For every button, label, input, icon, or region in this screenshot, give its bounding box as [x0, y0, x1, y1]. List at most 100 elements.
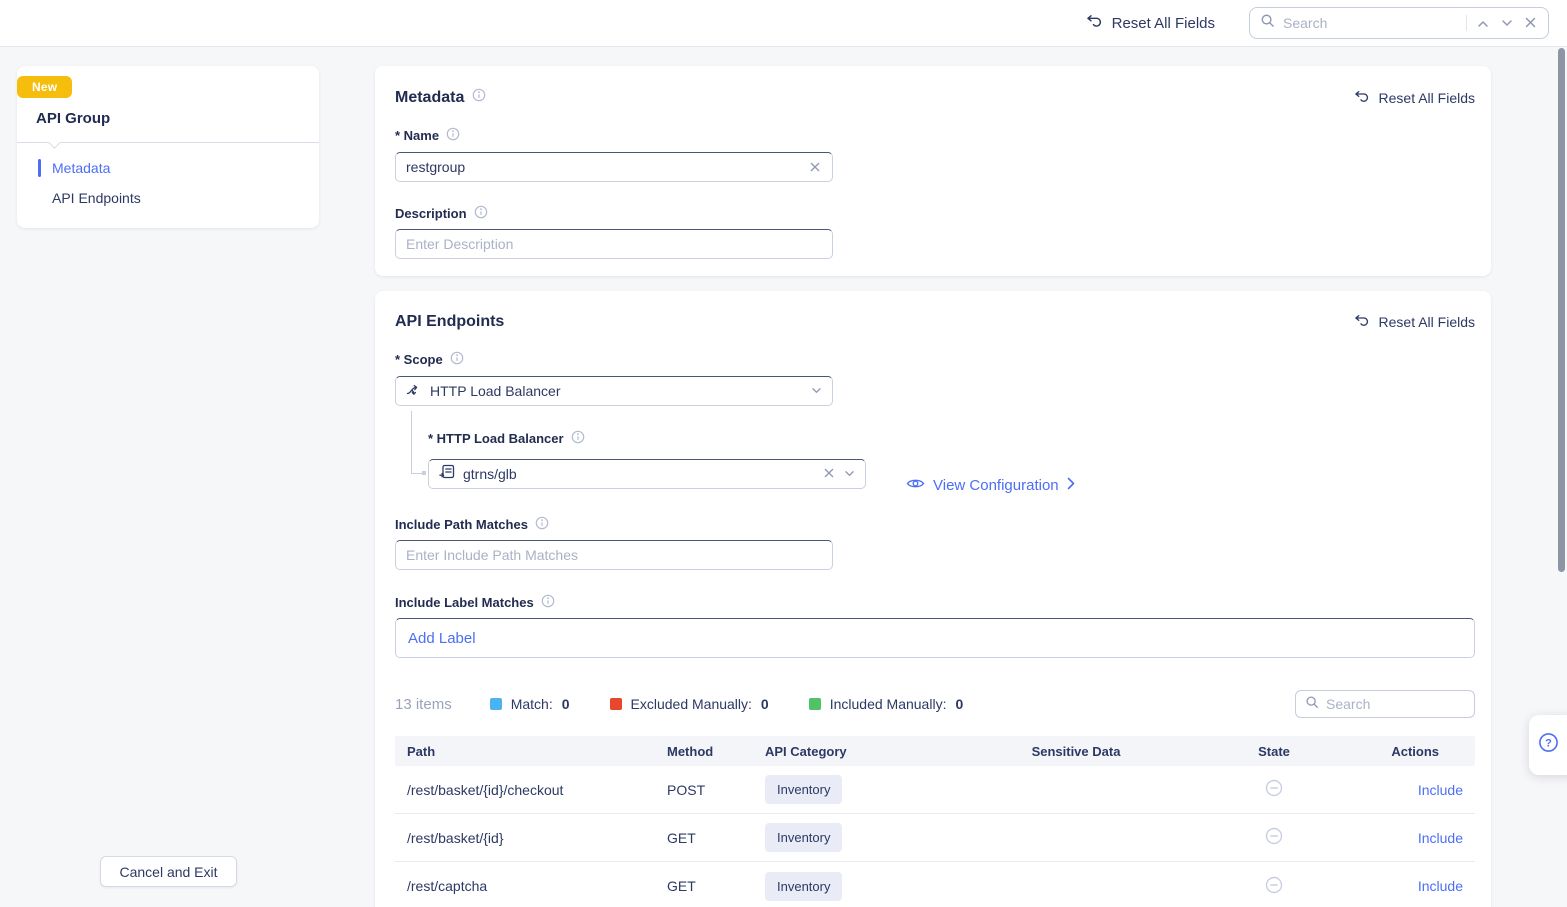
column-header-sensitive-data: Sensitive Data	[933, 744, 1219, 759]
search-divider	[1466, 15, 1467, 31]
legend-excluded-manually: Excluded Manually: 0	[610, 696, 769, 712]
reset-icon	[1354, 90, 1370, 106]
table-header-row: Path Method API Category Sensitive Data …	[395, 736, 1475, 766]
legend-included-manually: Included Manually: 0	[809, 696, 964, 712]
chevron-down-icon	[811, 382, 822, 400]
svg-text:?: ?	[1545, 737, 1552, 749]
include-label-matches-label: Include Label Matches	[395, 595, 534, 610]
state-neutral-icon	[1219, 876, 1329, 897]
sidebar-item-label: API Endpoints	[52, 190, 141, 206]
search-icon	[1260, 13, 1275, 33]
search-close-button[interactable]	[1523, 14, 1538, 33]
http-lb-select[interactable]: gtrns/glb	[428, 459, 866, 489]
endpoints-reset-fields-button[interactable]: Reset All Fields	[1354, 314, 1475, 330]
metadata-reset-fields-button[interactable]: Reset All Fields	[1354, 90, 1475, 106]
include-path-matches-wrap	[395, 540, 833, 570]
reset-icon	[1354, 314, 1370, 330]
description-input[interactable]	[406, 236, 822, 252]
name-clear-button[interactable]	[808, 158, 822, 177]
view-configuration-label: View Configuration	[933, 477, 1059, 494]
http-lb-selected-value: gtrns/glb	[463, 460, 814, 488]
table-row: /rest/basket/{id} GET Inventory Include	[395, 814, 1475, 862]
info-icon	[446, 127, 460, 144]
description-field-wrap	[395, 229, 833, 259]
chevron-down-icon	[844, 465, 855, 483]
info-icon	[541, 594, 555, 611]
legend-label: Match:	[511, 696, 553, 712]
http-lb-clear-button[interactable]	[822, 464, 836, 483]
scope-connector-dot	[422, 471, 426, 475]
name-input[interactable]	[406, 159, 800, 175]
table-search-input[interactable]	[1326, 696, 1465, 712]
reference-form-icon	[439, 464, 455, 484]
column-header-actions: Actions	[1329, 744, 1475, 759]
table-search-box	[1295, 690, 1475, 718]
branch-icon	[406, 382, 422, 401]
help-question-icon: ?	[1538, 732, 1559, 758]
wizard-sidebar: New API Group Metadata API Endpoints	[17, 66, 319, 228]
sidebar-item-label: Metadata	[52, 160, 110, 176]
status-badge: New	[17, 76, 72, 98]
cell-path: /rest/basket/{id}	[395, 830, 655, 846]
table-row: /rest/basket/{id}/checkout POST Inventor…	[395, 766, 1475, 814]
name-field-wrap	[395, 152, 833, 182]
global-search-box	[1249, 7, 1549, 39]
search-next-button[interactable]	[1499, 14, 1515, 33]
add-label-button[interactable]: Add Label	[408, 630, 476, 647]
column-header-path: Path	[395, 744, 655, 759]
reset-all-fields-button[interactable]: Reset All Fields	[1086, 14, 1215, 32]
api-category-badge: Inventory	[765, 775, 842, 804]
api-category-badge: Inventory	[765, 823, 842, 852]
column-header-method: Method	[655, 744, 753, 759]
metadata-section: Metadata Reset All Fields * Name Descrip…	[375, 66, 1491, 276]
reset-fields-label: Reset All Fields	[1379, 314, 1475, 330]
include-path-matches-input[interactable]	[406, 547, 822, 563]
scope-selected-value: HTTP Load Balancer	[430, 377, 803, 405]
scope-select[interactable]: HTTP Load Balancer	[395, 376, 833, 406]
included-swatch	[809, 698, 821, 710]
sidebar-item-api-endpoints[interactable]: API Endpoints	[17, 183, 319, 213]
cell-path: /rest/basket/{id}/checkout	[395, 782, 655, 798]
cell-path: /rest/captcha	[395, 878, 655, 894]
state-neutral-icon	[1219, 779, 1329, 800]
eye-icon	[906, 477, 925, 494]
include-action-link[interactable]: Include	[1418, 878, 1463, 894]
metadata-section-title: Metadata	[395, 89, 464, 107]
include-action-link[interactable]: Include	[1418, 830, 1463, 846]
state-neutral-icon	[1219, 827, 1329, 848]
column-header-api-category: API Category	[753, 744, 933, 759]
api-endpoints-section: API Endpoints Reset All Fields * Scope H…	[375, 291, 1491, 907]
cancel-and-exit-button[interactable]: Cancel and Exit	[100, 856, 237, 887]
endpoints-table: Path Method API Category Sensitive Data …	[395, 736, 1475, 907]
legend-match: Match: 0	[490, 696, 570, 712]
legend-label: Included Manually:	[830, 696, 947, 712]
scope-field-label: * Scope	[395, 352, 443, 367]
include-action-link[interactable]: Include	[1418, 782, 1463, 798]
info-icon	[450, 351, 464, 368]
wizard-steps: Metadata API Endpoints	[17, 153, 319, 213]
match-swatch	[490, 698, 502, 710]
legend-count: 0	[562, 696, 570, 712]
cell-method: GET	[655, 878, 753, 894]
legend-count: 0	[955, 696, 963, 712]
global-search-input[interactable]	[1283, 15, 1458, 31]
close-icon	[824, 466, 834, 481]
page-scrollbar	[1558, 47, 1566, 907]
table-row: /rest/captcha GET Inventory Include	[395, 862, 1475, 907]
top-toolbar: Reset All Fields	[0, 0, 1567, 47]
excluded-swatch	[610, 698, 622, 710]
view-configuration-link[interactable]: View Configuration	[906, 477, 1075, 494]
items-count: 13 items	[395, 696, 452, 713]
reset-icon	[1086, 14, 1103, 32]
description-field-label: Description	[395, 206, 467, 221]
api-endpoints-section-title: API Endpoints	[395, 313, 504, 331]
state-legend: Match: 0 Excluded Manually: 0 Included M…	[490, 696, 964, 712]
info-icon	[472, 88, 486, 107]
search-prev-button[interactable]	[1475, 14, 1491, 33]
name-field-label: * Name	[395, 128, 439, 143]
info-icon	[571, 430, 585, 447]
legend-count: 0	[761, 696, 769, 712]
scrollbar-thumb[interactable]	[1558, 48, 1565, 572]
sidebar-item-metadata[interactable]: Metadata	[17, 153, 319, 183]
close-icon	[810, 160, 820, 175]
